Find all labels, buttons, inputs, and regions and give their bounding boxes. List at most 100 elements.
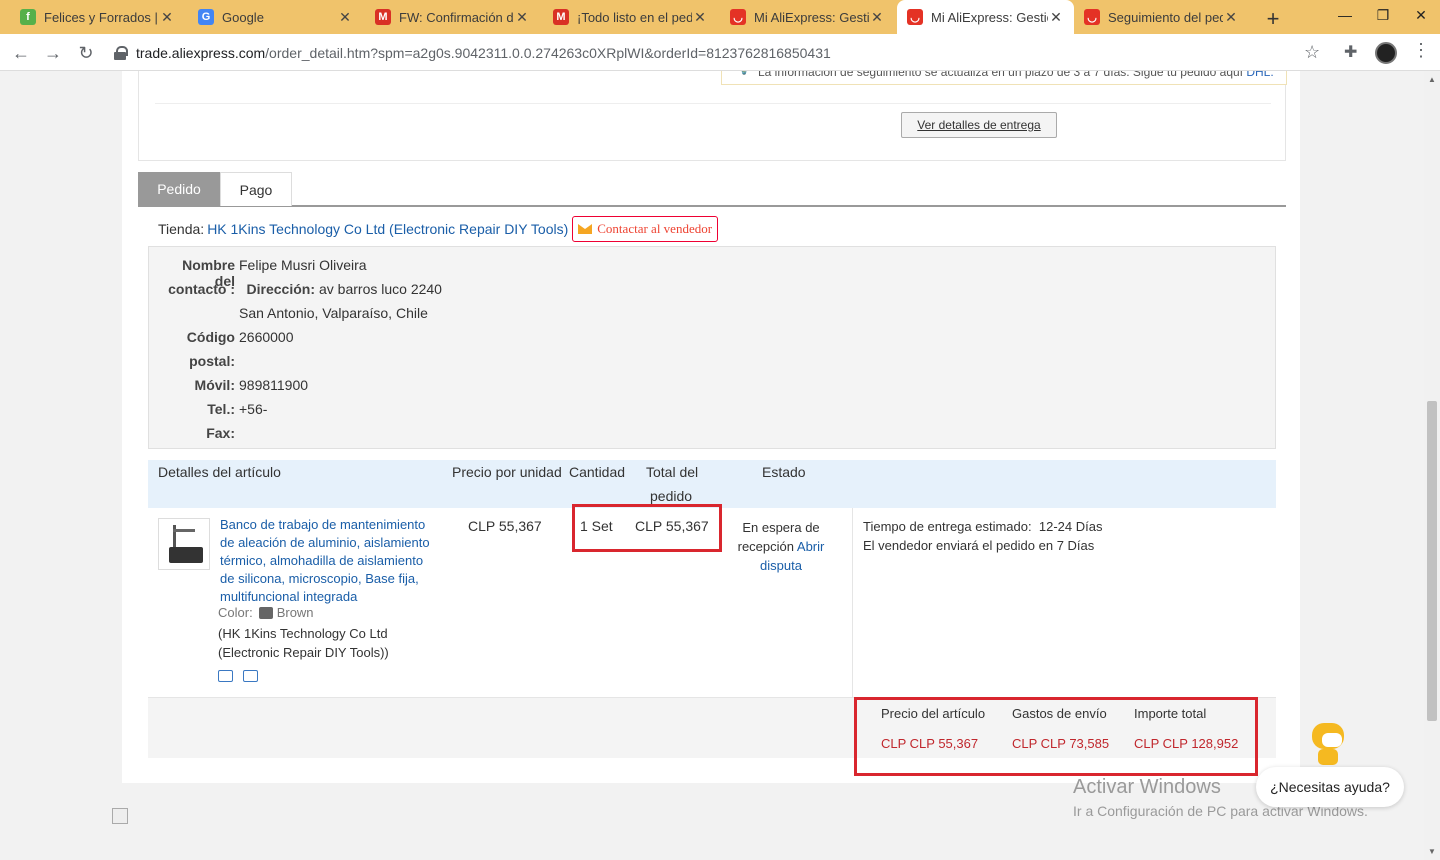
browser-tab[interactable]: ◡ Mi AliExpress: Gestio ✕ [897,0,1074,34]
col-details: Detalles del artículo [158,464,281,480]
tracking-notice-text: La información de seguimiento se actuali… [758,71,1243,79]
gmail-icon: M [553,9,569,25]
browser-tab-title: Mi AliExpress: Gestio [754,9,869,25]
browser-tab[interactable]: M ¡Todo listo en el pedi ✕ [543,0,718,34]
delivery-details-button[interactable]: Ver detalles de entrega [901,112,1057,138]
browser-tab[interactable]: M FW: Confirmación de ✕ [365,0,540,34]
aliexpress-icon: ◡ [730,9,746,25]
help-robot-icon[interactable] [1308,719,1348,767]
contact-seller-label: Contactar al vendedor [597,221,713,236]
tracking-box: 💡 La información de seguimiento se actua… [138,71,1287,161]
col-unit-price: Precio por unidad [452,464,562,480]
minimize-icon[interactable]: — [1326,0,1364,30]
delivery-time-value: 12-24 Días [1038,519,1103,534]
col-status: Estado [762,464,806,480]
browser-tab-title: ¡Todo listo en el pedi [577,9,692,25]
mat-base [169,547,203,563]
browser-tab-title: Google [222,9,264,25]
city-value: San Antonio, Valparaíso, Chile [239,305,428,321]
tracking-dhl-link[interactable]: DHL. [1246,71,1273,79]
tab-pago[interactable]: Pago [220,172,292,206]
back-icon[interactable]: ← [10,42,32,64]
extensions-icon[interactable]: ✚ [1344,42,1357,62]
product-actions [218,670,258,682]
items-table-header: Detalles del artículo Precio por unidad … [148,460,1276,508]
color-label: Color: [218,605,253,620]
postal-label-2: postal: [189,353,235,369]
url-input[interactable]: trade.aliexpress.com/order_detail.htm?sp… [108,38,1338,67]
window-controls: — ❐ ✕ [1326,0,1440,34]
close-tab-icon[interactable]: ✕ [514,9,530,26]
vertical-scrollbar[interactable]: ▲ ▼ [1424,71,1440,860]
browser-tab[interactable]: ◡ Seguimiento del ped ✕ [1074,0,1249,34]
close-tab-icon[interactable]: ✕ [1223,9,1239,26]
delivery-time: Tiempo de entrega estimado: 12-24 Días [863,517,1266,536]
order-tabs: Pedido Pago [138,172,1286,207]
browser-tab-title: Mi AliExpress: Gestio [931,9,1048,25]
order-info-icon[interactable] [243,670,258,682]
browser-tab-bar: + — ❐ ✕ fFelices y Forrados | Ed✕GGoogle… [0,0,1440,34]
contact-seller-button[interactable]: Contactar al vendedor [572,216,719,242]
aliexpress-icon: ◡ [907,9,923,25]
close-tab-icon[interactable]: ✕ [337,9,353,26]
mobile-label: Móvil: [194,377,235,393]
store-line: Tienda: HK 1Kins Technology Co Ltd (Elec… [158,216,719,242]
leaf-icon: f [20,9,36,25]
browser-tab[interactable]: G Google ✕ [188,0,363,34]
tracking-notice: 💡 La información de seguimiento se actua… [721,71,1287,85]
close-tab-icon[interactable]: ✕ [1048,9,1064,26]
fax-label: Fax: [206,425,235,441]
order-panel: 💡 La información de seguimiento se actua… [122,71,1300,783]
close-tab-icon[interactable]: ✕ [159,9,175,26]
col-total-2: pedido [650,488,693,504]
envelope-icon [578,224,593,234]
lock-icon [114,45,128,60]
restore-icon[interactable]: ❐ [1364,0,1402,30]
contact-label-2: contacto : [168,281,235,297]
store-label: Tienda: [158,221,205,237]
scroll-up-icon[interactable]: ▲ [1428,75,1436,84]
forward-icon[interactable]: → [42,42,64,64]
direccion-value: av barros luco 2240 [319,281,442,297]
tab-pedido[interactable]: Pedido [138,172,220,206]
color-value: Brown [276,605,314,620]
store-link[interactable]: HK 1Kins Technology Co Ltd (Electronic R… [207,221,568,237]
scroll-down-icon[interactable]: ▼ [1428,847,1436,856]
divider [155,103,1271,104]
ship-note: El vendedor enviará el pedido en 7 Días [863,538,1095,553]
page-viewport: 💡 La información de seguimiento se actua… [0,71,1424,860]
address-bar: ← → ↻ trade.aliexpress.com/order_detail.… [0,34,1440,71]
menu-kebab-icon[interactable]: ⋮ [1412,40,1430,61]
profile-avatar[interactable] [1375,42,1397,64]
scroll-thumb[interactable] [1427,401,1437,721]
browser-tab-title: FW: Confirmación de [399,9,514,25]
product-color: Color: Brown [218,605,314,620]
product-title-link[interactable]: Banco de trabajo de mantenimiento de ale… [220,516,440,606]
new-tab-button[interactable]: + [1262,6,1284,32]
product-thumbnail[interactable] [158,518,210,570]
browser-tab-title: Seguimiento del ped [1108,9,1223,25]
order-status: En espera de recepción Abrir disputa [730,518,832,575]
bookmark-star-icon[interactable]: ☆ [1304,42,1320,63]
reload-icon[interactable]: ↻ [75,42,97,64]
broken-image-icon [112,808,128,824]
tel-label: Tel.: [207,401,235,417]
robot-face [1322,733,1342,747]
robot-head [1312,723,1344,749]
contact-value: Felipe Musri Oliveira [239,257,367,273]
help-button[interactable]: ¿Necesitas ayuda? [1256,767,1404,807]
delivery-time-label: Tiempo de entrega estimado: [863,519,1032,534]
aliexpress-icon: ◡ [1084,9,1100,25]
browser-tab[interactable]: f Felices y Forrados | Ed✕ [10,0,185,34]
snapshot-icon[interactable] [218,670,233,682]
mobile-value: 989811900 [239,377,309,393]
close-tab-icon[interactable]: ✕ [692,9,708,26]
direccion-label: Dirección: [246,281,315,297]
tel-value: +56- [239,401,268,417]
status-label: recepción [737,539,794,554]
product-seller: (HK 1Kins Technology Co Ltd (Electronic … [218,626,389,660]
close-window-icon[interactable]: ✕ [1402,0,1440,30]
close-tab-icon[interactable]: ✕ [869,9,885,26]
status-line-1: En espera de [742,520,820,535]
browser-tab[interactable]: ◡ Mi AliExpress: Gestio ✕ [720,0,895,34]
